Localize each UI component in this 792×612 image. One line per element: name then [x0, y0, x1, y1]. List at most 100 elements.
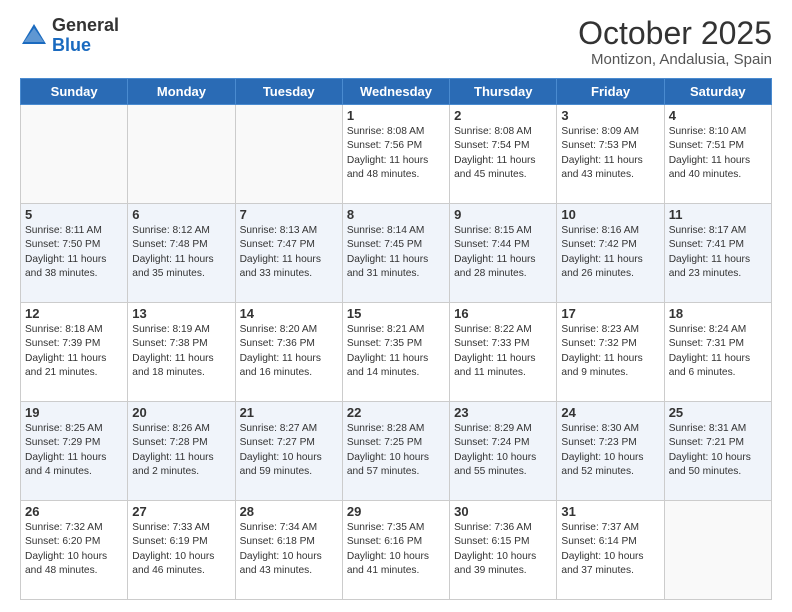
logo: General Blue — [20, 16, 119, 56]
logo-icon — [20, 22, 48, 50]
day-number: 11 — [669, 207, 767, 222]
logo-general: General — [52, 15, 119, 35]
logo-text: General Blue — [52, 16, 119, 56]
calendar-weekday-saturday: Saturday — [664, 79, 771, 105]
calendar-table: SundayMondayTuesdayWednesdayThursdayFrid… — [20, 78, 772, 600]
day-number: 2 — [454, 108, 552, 123]
day-info: Sunrise: 8:27 AMSunset: 7:27 PMDaylight:… — [240, 422, 338, 479]
calendar-day-26: 26Sunrise: 7:32 AMSunset: 6:20 PMDayligh… — [21, 501, 128, 600]
day-info: Sunrise: 7:37 AMSunset: 6:14 PMDaylight:… — [561, 521, 659, 578]
calendar-day-14: 14Sunrise: 8:20 AMSunset: 7:36 PMDayligh… — [235, 303, 342, 402]
day-number: 24 — [561, 405, 659, 420]
page: General Blue October 2025 Montizon, Anda… — [0, 0, 792, 612]
day-number: 27 — [132, 504, 230, 519]
day-info: Sunrise: 7:36 AMSunset: 6:15 PMDaylight:… — [454, 521, 552, 578]
day-info: Sunrise: 8:08 AMSunset: 7:54 PMDaylight:… — [454, 125, 552, 182]
day-number: 18 — [669, 306, 767, 321]
calendar-day-21: 21 Sunrise: 8:27 AMSunset: 7:27 PMDayligh… — [235, 402, 342, 501]
day-info: Sunrise: 8:14 AMSunset: 7:45 PMDaylight:… — [347, 224, 445, 281]
day-number: 25 — [669, 405, 767, 420]
calendar-day-13: 13 Sunrise: 8:19 AMSunset: 7:38 PMDayligh… — [128, 303, 235, 402]
day-info: Sunrise: 8:24 AMSunset: 7:31 PMDaylight:… — [669, 323, 767, 380]
day-info: Sunrise: 8:08 AMSunset: 7:56 PMDaylight:… — [347, 125, 445, 182]
calendar-day-12: 12 Sunrise: 8:18 AMSunset: 7:39 PMDayligh… — [21, 303, 128, 402]
calendar-day-27: 27 Sunrise: 7:33 AMSunset: 6:19 PMDayligh… — [128, 501, 235, 600]
day-number: 23 — [454, 405, 552, 420]
calendar-day-3: 3 Sunrise: 8:09 AMSunset: 7:53 PMDaylight… — [557, 105, 664, 204]
calendar-day-2: 2 Sunrise: 8:08 AMSunset: 7:54 PMDaylight… — [450, 105, 557, 204]
day-number: 20 — [132, 405, 230, 420]
calendar-weekday-thursday: Thursday — [450, 79, 557, 105]
day-info: Sunrise: 8:20 AMSunset: 7:36 PMDaylight:… — [240, 323, 338, 380]
day-number: 12 — [25, 306, 123, 321]
day-number: 31 — [561, 504, 659, 519]
day-info: Sunrise: 8:18 AMSunset: 7:39 PMDaylight:… — [25, 323, 123, 380]
calendar-weekday-wednesday: Wednesday — [342, 79, 449, 105]
day-info: Sunrise: 8:21 AMSunset: 7:35 PMDaylight:… — [347, 323, 445, 380]
calendar-day-11: 11Sunrise: 8:17 AMSunset: 7:41 PMDayligh… — [664, 204, 771, 303]
day-info: Sunrise: 8:19 AMSunset: 7:38 PMDaylight:… — [132, 323, 230, 380]
day-number: 3 — [561, 108, 659, 123]
day-info: Sunrise: 8:23 AMSunset: 7:32 PMDaylight:… — [561, 323, 659, 380]
calendar-weekday-friday: Friday — [557, 79, 664, 105]
day-number: 1 — [347, 108, 445, 123]
calendar-weekday-monday: Monday — [128, 79, 235, 105]
calendar-day-31: 31 Sunrise: 7:37 AMSunset: 6:14 PMDayligh… — [557, 501, 664, 600]
title-location: Montizon, Andalusia, Spain — [578, 51, 772, 68]
calendar-day-18: 18 Sunrise: 8:24 AMSunset: 7:31 PMDayligh… — [664, 303, 771, 402]
calendar-week-row: 19 Sunrise: 8:25 AMSunset: 7:29 PMDayligh… — [21, 402, 772, 501]
calendar-week-row: 12 Sunrise: 8:18 AMSunset: 7:39 PMDayligh… — [21, 303, 772, 402]
calendar-day-17: 17 Sunrise: 8:23 AMSunset: 7:32 PMDayligh… — [557, 303, 664, 402]
calendar-header-row: SundayMondayTuesdayWednesdayThursdayFrid… — [21, 79, 772, 105]
calendar-empty-cell — [664, 501, 771, 600]
day-number: 8 — [347, 207, 445, 222]
day-info: Sunrise: 8:28 AMSunset: 7:25 PMDaylight:… — [347, 422, 445, 479]
calendar-day-9: 9 Sunrise: 8:15 AMSunset: 7:44 PMDaylight… — [450, 204, 557, 303]
day-info: Sunrise: 8:13 AMSunset: 7:47 PMDaylight:… — [240, 224, 338, 281]
day-info: Sunrise: 8:12 AMSunset: 7:48 PMDaylight:… — [132, 224, 230, 281]
calendar-day-7: 7 Sunrise: 8:13 AMSunset: 7:47 PMDaylight… — [235, 204, 342, 303]
calendar-day-15: 15Sunrise: 8:21 AMSunset: 7:35 PMDayligh… — [342, 303, 449, 402]
day-number: 13 — [132, 306, 230, 321]
day-info: Sunrise: 7:32 AMSunset: 6:20 PMDaylight:… — [25, 521, 123, 578]
calendar-empty-cell — [128, 105, 235, 204]
calendar-weekday-sunday: Sunday — [21, 79, 128, 105]
day-info: Sunrise: 8:22 AMSunset: 7:33 PMDaylight:… — [454, 323, 552, 380]
day-number: 17 — [561, 306, 659, 321]
day-info: Sunrise: 8:15 AMSunset: 7:44 PMDaylight:… — [454, 224, 552, 281]
calendar-day-29: 29 Sunrise: 7:35 AMSunset: 6:16 PMDayligh… — [342, 501, 449, 600]
calendar-day-6: 6 Sunrise: 8:12 AMSunset: 7:48 PMDaylight… — [128, 204, 235, 303]
calendar-day-20: 20Sunrise: 8:26 AMSunset: 7:28 PMDayligh… — [128, 402, 235, 501]
calendar-empty-cell — [21, 105, 128, 204]
calendar-day-25: 25Sunrise: 8:31 AMSunset: 7:21 PMDayligh… — [664, 402, 771, 501]
day-number: 19 — [25, 405, 123, 420]
day-info: Sunrise: 8:09 AMSunset: 7:53 PMDaylight:… — [561, 125, 659, 182]
day-number: 29 — [347, 504, 445, 519]
day-info: Sunrise: 8:25 AMSunset: 7:29 PMDaylight:… — [25, 422, 123, 479]
day-number: 16 — [454, 306, 552, 321]
day-number: 22 — [347, 405, 445, 420]
calendar-empty-cell — [235, 105, 342, 204]
day-number: 21 — [240, 405, 338, 420]
calendar-day-4: 4Sunrise: 8:10 AMSunset: 7:51 PMDaylight… — [664, 105, 771, 204]
calendar-day-23: 23 Sunrise: 8:29 AMSunset: 7:24 PMDayligh… — [450, 402, 557, 501]
day-info: Sunrise: 8:29 AMSunset: 7:24 PMDaylight:… — [454, 422, 552, 479]
calendar-day-1: 1 Sunrise: 8:08 AMSunset: 7:56 PMDaylight… — [342, 105, 449, 204]
calendar-day-5: 5Sunrise: 8:11 AMSunset: 7:50 PMDaylight… — [21, 204, 128, 303]
calendar-day-10: 10Sunrise: 8:16 AMSunset: 7:42 PMDayligh… — [557, 204, 664, 303]
calendar-day-24: 24Sunrise: 8:30 AMSunset: 7:23 PMDayligh… — [557, 402, 664, 501]
day-number: 7 — [240, 207, 338, 222]
day-info: Sunrise: 7:34 AMSunset: 6:18 PMDaylight:… — [240, 521, 338, 578]
logo-blue: Blue — [52, 35, 91, 55]
calendar-day-28: 28 Sunrise: 7:34 AMSunset: 6:18 PMDayligh… — [235, 501, 342, 600]
calendar-week-row: 1 Sunrise: 8:08 AMSunset: 7:56 PMDaylight… — [21, 105, 772, 204]
day-info: Sunrise: 7:35 AMSunset: 6:16 PMDaylight:… — [347, 521, 445, 578]
day-number: 9 — [454, 207, 552, 222]
calendar-week-row: 26Sunrise: 7:32 AMSunset: 6:20 PMDayligh… — [21, 501, 772, 600]
day-number: 10 — [561, 207, 659, 222]
day-number: 28 — [240, 504, 338, 519]
day-info: Sunrise: 7:33 AMSunset: 6:19 PMDaylight:… — [132, 521, 230, 578]
day-info: Sunrise: 8:11 AMSunset: 7:50 PMDaylight:… — [25, 224, 123, 281]
title-block: October 2025 Montizon, Andalusia, Spain — [578, 16, 772, 68]
day-number: 6 — [132, 207, 230, 222]
